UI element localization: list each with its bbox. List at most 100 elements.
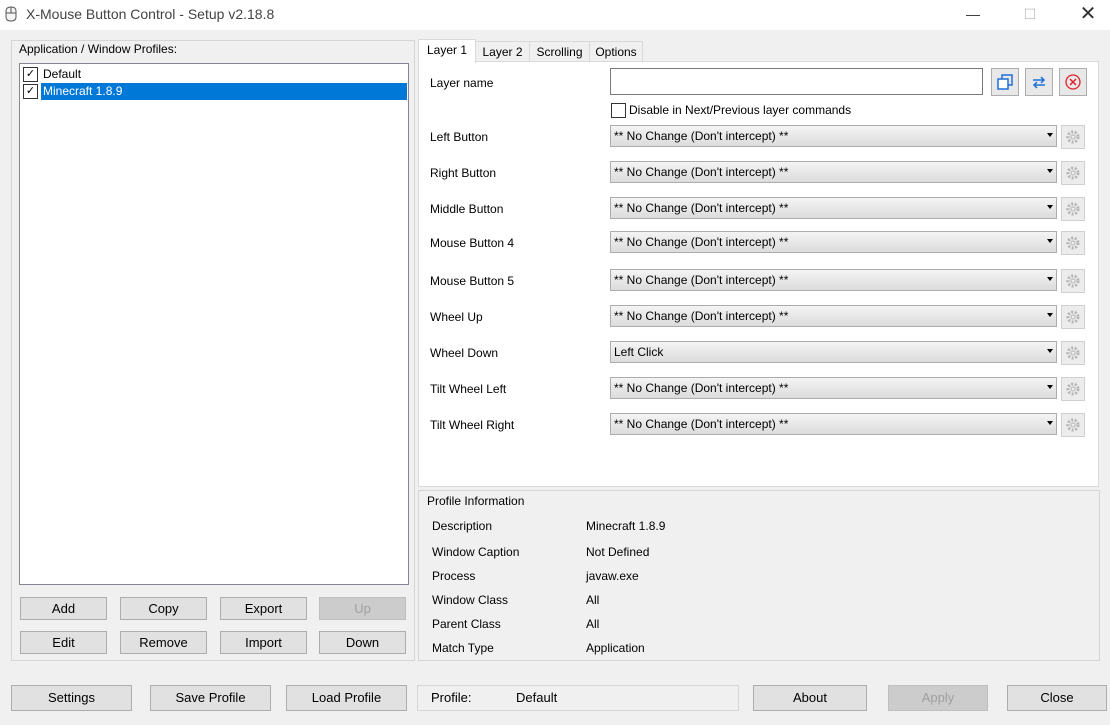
dropdown-value: ** No Change (Don't intercept) ** bbox=[614, 165, 789, 179]
profiles-label: Application / Window Profiles: bbox=[19, 42, 178, 56]
dropdown-value: ** No Change (Don't intercept) ** bbox=[614, 417, 789, 431]
profile-status-label: Profile: bbox=[431, 690, 472, 705]
import-button[interactable]: Import bbox=[220, 631, 307, 654]
mouse-button-5-dropdown[interactable]: ** No Change (Don't intercept) ** bbox=[610, 269, 1057, 291]
profiles-list[interactable]: ✓ Default ✓ Minecraft 1.8.9 bbox=[19, 63, 409, 585]
row-label: Wheel Down bbox=[430, 346, 499, 360]
minimize-button[interactable]: — bbox=[950, 0, 996, 30]
row-label: Wheel Up bbox=[430, 310, 483, 324]
mouse-button-4-settings-button[interactable] bbox=[1061, 231, 1085, 255]
tilt-wheel-right-settings-button[interactable] bbox=[1061, 413, 1085, 437]
row-label: Tilt Wheel Left bbox=[430, 382, 507, 396]
dropdown-value: ** No Change (Don't intercept) ** bbox=[614, 309, 789, 323]
disable-layer-checkbox[interactable] bbox=[611, 103, 626, 118]
gear-icon bbox=[1066, 130, 1080, 144]
row-label: Right Button bbox=[430, 166, 497, 180]
mouse-button-5-settings-button[interactable] bbox=[1061, 269, 1085, 293]
load-profile-button[interactable]: Load Profile bbox=[286, 685, 407, 711]
mouse-button-4-dropdown[interactable]: ** No Change (Don't intercept) ** bbox=[610, 231, 1057, 253]
tab-layer-2[interactable]: Layer 2 bbox=[475, 41, 530, 62]
info-label: Parent Class bbox=[432, 617, 501, 631]
tilt-wheel-right-dropdown[interactable]: ** No Change (Don't intercept) ** bbox=[610, 413, 1057, 435]
dropdown-arrow-icon bbox=[1047, 349, 1053, 353]
dropdown-value: ** No Change (Don't intercept) ** bbox=[614, 129, 789, 143]
info-label: Match Type bbox=[432, 641, 494, 655]
gear-icon bbox=[1066, 202, 1080, 216]
remove-button[interactable]: Remove bbox=[120, 631, 207, 654]
profile-status-value: Default bbox=[516, 690, 558, 705]
middle-button-settings-button[interactable] bbox=[1061, 197, 1085, 221]
copy-icon bbox=[997, 74, 1013, 90]
swap-layer-button[interactable] bbox=[1025, 68, 1053, 96]
right-button-settings-button[interactable] bbox=[1061, 161, 1085, 185]
tab-scrolling[interactable]: Scrolling bbox=[529, 41, 590, 62]
copy-layer-button[interactable] bbox=[991, 68, 1019, 96]
tab-layer-1[interactable]: Layer 1 bbox=[418, 39, 476, 63]
disable-layer-label: Disable in Next/Previous layer commands bbox=[629, 103, 852, 117]
dropdown-value: ** No Change (Don't intercept) ** bbox=[614, 235, 789, 249]
maximize-button[interactable]: ☐ bbox=[1007, 0, 1053, 30]
profile-info-group bbox=[418, 490, 1100, 661]
close-window-button[interactable]: ✕ bbox=[1065, 0, 1110, 30]
dropdown-value: Left Click bbox=[614, 345, 664, 359]
info-label: Process bbox=[432, 569, 476, 583]
profile-checkbox-default[interactable]: ✓ bbox=[23, 67, 38, 82]
left-button-dropdown[interactable]: ** No Change (Don't intercept) ** bbox=[610, 125, 1057, 147]
layer-name-label: Layer name bbox=[430, 76, 494, 90]
profile-item-label: Default bbox=[43, 67, 82, 81]
settings-button[interactable]: Settings bbox=[11, 685, 132, 711]
gear-icon bbox=[1066, 236, 1080, 250]
right-button-dropdown[interactable]: ** No Change (Don't intercept) ** bbox=[610, 161, 1057, 183]
wheel-up-settings-button[interactable] bbox=[1061, 305, 1085, 329]
gear-icon bbox=[1066, 310, 1080, 324]
info-label: Window Class bbox=[432, 593, 509, 607]
row-label: Middle Button bbox=[430, 202, 504, 216]
export-button[interactable]: Export bbox=[220, 597, 307, 620]
wheel-down-dropdown[interactable]: Left Click bbox=[610, 341, 1057, 363]
save-profile-button[interactable]: Save Profile bbox=[150, 685, 271, 711]
close-button[interactable]: Close bbox=[1007, 685, 1107, 711]
gear-icon bbox=[1066, 166, 1080, 180]
wheel-down-settings-button[interactable] bbox=[1061, 341, 1085, 365]
info-label: Description bbox=[432, 519, 493, 533]
clear-layer-button[interactable] bbox=[1059, 68, 1087, 96]
middle-button-dropdown[interactable]: ** No Change (Don't intercept) ** bbox=[610, 197, 1057, 219]
profile-info-title: Profile Information bbox=[425, 494, 527, 508]
dropdown-value: ** No Change (Don't intercept) ** bbox=[614, 273, 789, 287]
dropdown-value: ** No Change (Don't intercept) ** bbox=[614, 201, 789, 215]
dropdown-arrow-icon bbox=[1047, 277, 1053, 281]
down-button[interactable]: Down bbox=[319, 631, 406, 654]
info-value: Minecraft 1.8.9 bbox=[586, 519, 666, 533]
wheel-up-dropdown[interactable]: ** No Change (Don't intercept) ** bbox=[610, 305, 1057, 327]
left-button-settings-button[interactable] bbox=[1061, 125, 1085, 149]
info-label: Window Caption bbox=[432, 545, 520, 559]
tilt-wheel-left-settings-button[interactable] bbox=[1061, 377, 1085, 401]
gear-icon bbox=[1066, 274, 1080, 288]
apply-button[interactable]: Apply bbox=[888, 685, 988, 711]
dropdown-value: ** No Change (Don't intercept) ** bbox=[614, 381, 789, 395]
edit-button[interactable]: Edit bbox=[20, 631, 107, 654]
info-value: javaw.exe bbox=[586, 569, 639, 583]
dropdown-arrow-icon bbox=[1047, 169, 1053, 173]
profile-checkbox-minecraft[interactable]: ✓ bbox=[23, 84, 38, 99]
dropdown-arrow-icon bbox=[1047, 205, 1053, 209]
layer-name-input[interactable] bbox=[610, 68, 983, 95]
gear-icon bbox=[1066, 418, 1080, 432]
mouse-app-icon bbox=[4, 6, 18, 22]
up-button[interactable]: Up bbox=[319, 597, 406, 620]
profile-item-minecraft[interactable]: ✓ Minecraft 1.8.9 bbox=[22, 83, 407, 100]
gear-icon bbox=[1066, 346, 1080, 360]
info-value: Application bbox=[586, 641, 645, 655]
profile-item-label: Minecraft 1.8.9 bbox=[41, 83, 407, 100]
copy-button[interactable]: Copy bbox=[120, 597, 207, 620]
swap-arrows-icon bbox=[1032, 76, 1046, 89]
row-label: Tilt Wheel Right bbox=[430, 418, 515, 432]
tilt-wheel-left-dropdown[interactable]: ** No Change (Don't intercept) ** bbox=[610, 377, 1057, 399]
dropdown-arrow-icon bbox=[1047, 313, 1053, 317]
row-label: Mouse Button 4 bbox=[430, 236, 515, 250]
about-button[interactable]: About bbox=[753, 685, 867, 711]
add-button[interactable]: Add bbox=[20, 597, 107, 620]
dropdown-arrow-icon bbox=[1047, 385, 1053, 389]
profile-item-default[interactable]: ✓ Default bbox=[22, 66, 406, 83]
tab-options[interactable]: Options bbox=[589, 41, 643, 62]
